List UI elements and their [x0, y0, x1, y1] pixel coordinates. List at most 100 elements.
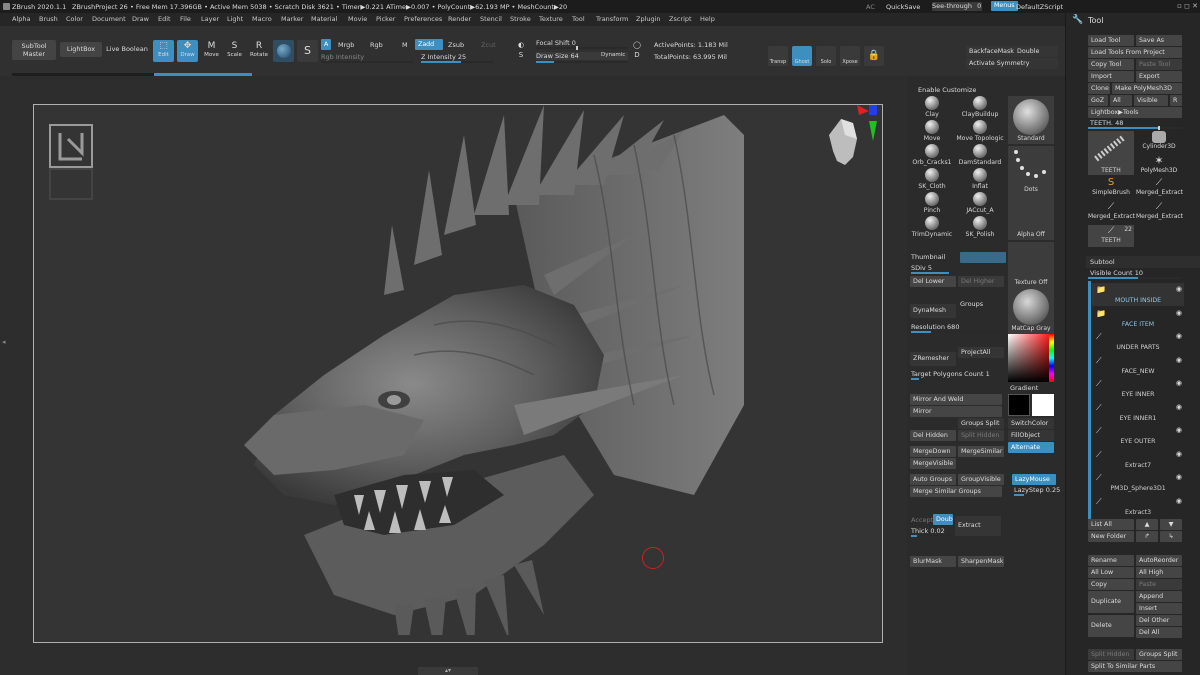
dynamic-toggle[interactable]: Dynamic — [601, 52, 625, 58]
rgb-toggle[interactable]: Rgb — [370, 41, 383, 49]
menu-item-edit[interactable]: Edit — [158, 15, 171, 23]
move-mode-button[interactable]: M Move — [201, 40, 222, 62]
menu-item-help[interactable]: Help — [700, 15, 715, 23]
tool-thumb-teeth-2[interactable]: ⟋ TEETH 22 — [1088, 225, 1134, 247]
duplicate-button[interactable]: Duplicate — [1088, 591, 1134, 613]
color-picker[interactable] — [1008, 334, 1054, 382]
menu-item-document[interactable]: Document — [92, 15, 126, 23]
delete-button[interactable]: Delete — [1088, 615, 1134, 637]
lightbox-button[interactable]: LightBox — [60, 42, 102, 57]
visible-count-slider[interactable]: Visible Count 10 — [1090, 269, 1143, 277]
rename-button[interactable]: Rename — [1088, 555, 1134, 566]
mirror-weld-button[interactable]: Mirror And Weld — [910, 394, 1002, 405]
resolution-slider[interactable]: Resolution 680 — [911, 323, 959, 331]
live-boolean-button[interactable]: Live Boolean — [104, 42, 150, 57]
eye-icon[interactable]: ◉ — [1176, 473, 1182, 481]
edit-mode-button[interactable]: ⬚ Edit — [153, 40, 174, 62]
menus-toggle[interactable]: Menus — [991, 1, 1018, 11]
menu-item-marker[interactable]: Marker — [281, 15, 303, 23]
alpha-slot[interactable]: Alpha Off — [1008, 194, 1054, 240]
menu-item-zscript[interactable]: Zscript — [669, 15, 692, 23]
tool-thumb-teeth[interactable]: TEETH — [1088, 131, 1134, 175]
copy-tool-button[interactable]: Copy Tool — [1088, 59, 1134, 70]
merge-similar-groups-button[interactable]: Merge Similar Groups — [910, 486, 1002, 497]
dragon-sculpt[interactable] — [214, 75, 744, 635]
texture-slot[interactable]: Texture Off — [1008, 242, 1054, 288]
focal-shift-icon[interactable]: ◐ S — [512, 40, 530, 62]
z-intensity-slider[interactable]: Z Intensity 25 — [421, 53, 466, 61]
eye-icon[interactable]: ◉ — [1176, 403, 1182, 411]
list-all-button[interactable]: List All — [1088, 519, 1134, 530]
subtool-header[interactable]: Subtool — [1086, 256, 1200, 268]
lazymouse-button[interactable]: LazyMouse — [1012, 474, 1056, 485]
hue-strip[interactable] — [1049, 334, 1054, 382]
menu-item-material[interactable]: Material — [311, 15, 337, 23]
zcut-toggle[interactable]: Zcut — [481, 41, 496, 49]
m-toggle[interactable]: M — [402, 41, 408, 49]
menu-item-preferences[interactable]: Preferences — [404, 15, 442, 23]
export-button[interactable]: Export — [1136, 71, 1182, 82]
del-hidden-button[interactable]: Del Hidden — [910, 430, 956, 441]
move-out-folder-button[interactable]: ↳ — [1160, 531, 1182, 542]
z-intensity-track[interactable] — [421, 61, 493, 63]
thumbnail-toggle[interactable] — [960, 252, 1006, 263]
del-higher-button[interactable]: Del Higher — [958, 276, 1004, 287]
alternate-button[interactable]: Alternate — [1008, 442, 1054, 453]
goz-visible-button[interactable]: Visible — [1134, 95, 1168, 106]
copy-button[interactable]: Copy — [1088, 579, 1134, 590]
insert-button[interactable]: Insert — [1136, 603, 1182, 614]
sharpenmask-button[interactable]: SharpenMask — [958, 556, 1004, 567]
activate-symmetry-button[interactable]: Activate Symmetry — [966, 58, 1058, 69]
left-tray-handle[interactable]: ◂ — [2, 338, 8, 350]
menu-item-picker[interactable]: Picker — [376, 15, 395, 23]
brush-inflat-icon[interactable] — [973, 168, 987, 182]
fillobject-button[interactable]: FillObject — [1008, 430, 1054, 441]
save-as-button[interactable]: Save As — [1136, 35, 1182, 46]
tool-thumb-cylinder[interactable]: Cylinder3D — [1136, 131, 1182, 153]
resolution-track[interactable] — [911, 331, 1003, 333]
goz-r-button[interactable]: R — [1170, 95, 1182, 106]
all-high-button[interactable]: All High — [1136, 567, 1182, 578]
transp-button[interactable]: Transp — [768, 46, 788, 66]
tool-thumb-simplebrush[interactable]: S SimpleBrush — [1088, 177, 1134, 199]
groups-split-button[interactable]: Groups Split — [958, 418, 1004, 429]
make-polymesh-button[interactable]: Make PolyMesh3D — [1112, 83, 1182, 94]
split-hidden-button[interactable]: Split Hidden — [958, 430, 1004, 441]
mirror-button[interactable]: Mirror — [910, 406, 1002, 417]
rotate-mode-button[interactable]: R Rotate — [248, 40, 270, 62]
brush-sk-cloth-icon[interactable] — [925, 168, 939, 182]
double-extract-toggle[interactable]: Double — [933, 514, 953, 525]
mergesimilar-button[interactable]: MergeSimilar — [958, 446, 1004, 457]
document-canvas[interactable] — [33, 104, 883, 643]
zsub-toggle[interactable]: Zsub — [448, 41, 464, 49]
menu-item-file[interactable]: File — [180, 15, 191, 23]
seethrough-slider[interactable]: See-through 0 — [932, 2, 982, 11]
groups-toggle[interactable]: Groups — [960, 300, 983, 308]
eye-icon[interactable]: ◉ — [1176, 426, 1182, 434]
brush-pinch-icon[interactable] — [925, 192, 939, 206]
brush-move-icon[interactable] — [925, 120, 939, 134]
stroke-button[interactable]: S — [297, 40, 318, 62]
accept-button[interactable]: Accept — [911, 516, 933, 524]
thick-slider[interactable]: Thick 0.02 — [911, 527, 945, 535]
solo-button[interactable]: Solo — [816, 46, 836, 66]
default-zscript-button[interactable]: DefaultZScript — [1016, 3, 1063, 11]
del-other-button[interactable]: Del Other — [1136, 615, 1182, 626]
target-polygons-slider[interactable]: Target Polygons Count 1 — [911, 370, 990, 378]
enable-customize-button[interactable]: Enable Customize — [918, 86, 976, 94]
subtool-row[interactable]: UNDER PARTS ⟋ ◉ — [1092, 330, 1184, 353]
eye-icon[interactable]: ◉ — [1176, 356, 1182, 364]
auto-groups-button[interactable]: Auto Groups — [910, 474, 956, 485]
bottom-tray-handle[interactable]: ▴▾ — [418, 667, 478, 675]
menu-item-render[interactable]: Render — [448, 15, 471, 23]
load-tool-button[interactable]: Load Tool — [1088, 35, 1134, 46]
menu-item-texture[interactable]: Texture — [539, 15, 563, 23]
matcap-slot[interactable]: MatCap Gray — [1008, 288, 1054, 334]
brush-damstandard-icon[interactable] — [973, 144, 987, 158]
menu-item-movie[interactable]: Movie — [348, 15, 367, 23]
load-project-button[interactable]: Load Tools From Project — [1088, 47, 1182, 58]
menu-item-zplugin[interactable]: Zplugin — [636, 15, 661, 23]
secondary-color-swatch[interactable] — [1032, 394, 1054, 416]
move-into-folder-button[interactable]: ↱ — [1136, 531, 1158, 542]
thumbnail-label[interactable]: Thumbnail — [911, 253, 945, 261]
